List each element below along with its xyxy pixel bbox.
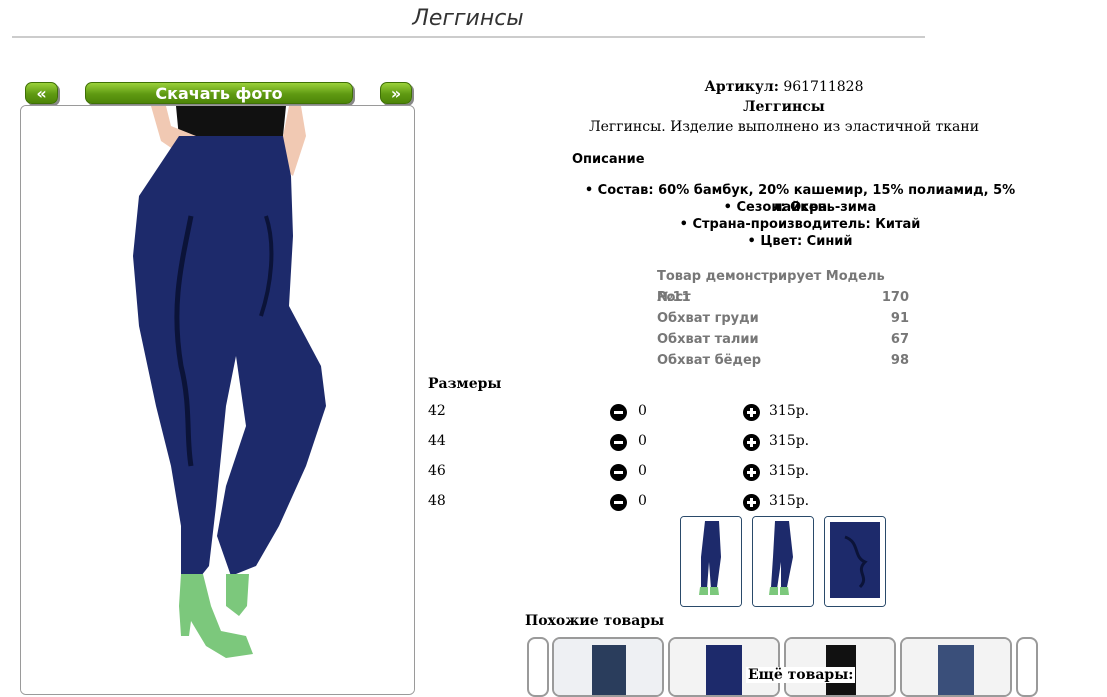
product-sku-line: Артикул: 961711828	[430, 79, 1107, 95]
size-value: 48	[428, 493, 446, 509]
minus-icon[interactable]	[610, 464, 627, 481]
minus-icon[interactable]	[610, 494, 627, 511]
quantity-value: 0	[638, 463, 647, 479]
leggings-photo-illustration	[21, 106, 414, 694]
product-name: Леггинсы	[743, 99, 825, 115]
size-row: 46 0 315р.	[428, 463, 848, 483]
description-item: • Цвет: Синий	[747, 234, 853, 249]
model-heading: Товар демонстрирует Модель №11	[657, 269, 885, 305]
thumbnail-image	[753, 517, 813, 606]
sizes-heading: Размеры	[428, 376, 502, 392]
price-value: 315р.	[769, 493, 810, 509]
next-photo-button[interactable]: »	[380, 82, 412, 104]
product-short-description: Леггинсы. Изделие выполнено из эластично…	[588, 119, 980, 135]
description-list: • Состав: 60% бамбук, 20% кашемир, 15% п…	[560, 182, 1040, 250]
plus-icon[interactable]	[743, 434, 760, 451]
thumbnail-image	[681, 517, 741, 606]
similar-product-card[interactable]	[552, 637, 664, 697]
sku-label: Артикул:	[704, 79, 779, 95]
quantity-value: 0	[638, 493, 647, 509]
sku-value: 961711828	[783, 79, 864, 95]
photo-thumbnail[interactable]	[680, 516, 742, 607]
carousel-next-card[interactable]	[1016, 637, 1038, 697]
thumbnail-image	[825, 517, 885, 606]
photo-thumbnail[interactable]	[752, 516, 814, 607]
model-row: Обхват талии 67	[657, 332, 909, 347]
similar-product-image	[554, 639, 662, 695]
size-row: 44 0 315р.	[428, 433, 848, 453]
size-row: 42 0 315р.	[428, 403, 848, 423]
price-value: 315р.	[769, 433, 810, 449]
more-products-heading: Ещё товары:	[746, 667, 856, 683]
quantity-value: 0	[638, 433, 647, 449]
minus-icon[interactable]	[610, 434, 627, 451]
title-divider	[12, 36, 925, 38]
model-row: Рост 170	[657, 290, 909, 305]
carousel-prev-card[interactable]	[527, 637, 549, 697]
similar-product-image	[902, 639, 1010, 695]
description-heading: Описание	[572, 152, 645, 167]
price-value: 315р.	[769, 463, 810, 479]
model-row: Обхват бёдер 98	[657, 353, 909, 368]
size-value: 44	[428, 433, 446, 449]
size-row: 48 0 315р.	[428, 493, 848, 513]
download-photo-button[interactable]: Скачать фото	[85, 82, 353, 104]
similar-products-heading: Похожие товары	[525, 613, 665, 629]
main-product-photo[interactable]	[20, 105, 415, 695]
model-measurements: Товар демонстрирует Модель №11 Рост 170 О…	[657, 266, 909, 371]
plus-icon[interactable]	[743, 404, 760, 421]
minus-icon[interactable]	[610, 404, 627, 421]
plus-icon[interactable]	[743, 464, 760, 481]
size-value: 46	[428, 463, 446, 479]
price-value: 315р.	[769, 403, 810, 419]
photo-thumbnail[interactable]	[824, 516, 886, 607]
model-row: Обхват груди 91	[657, 311, 909, 326]
prev-photo-button[interactable]: «	[25, 82, 58, 104]
plus-icon[interactable]	[743, 494, 760, 511]
description-item: • Состав: 60% бамбук, 20% кашемир, 15% п…	[584, 183, 1016, 215]
page-title: Леггинсы	[412, 6, 524, 31]
similar-product-card[interactable]	[900, 637, 1012, 697]
description-item: • Страна-производитель: Китай	[679, 217, 921, 232]
description-item: • Сезон: Осень-зима	[723, 200, 877, 215]
size-value: 42	[428, 403, 446, 419]
quantity-value: 0	[638, 403, 647, 419]
